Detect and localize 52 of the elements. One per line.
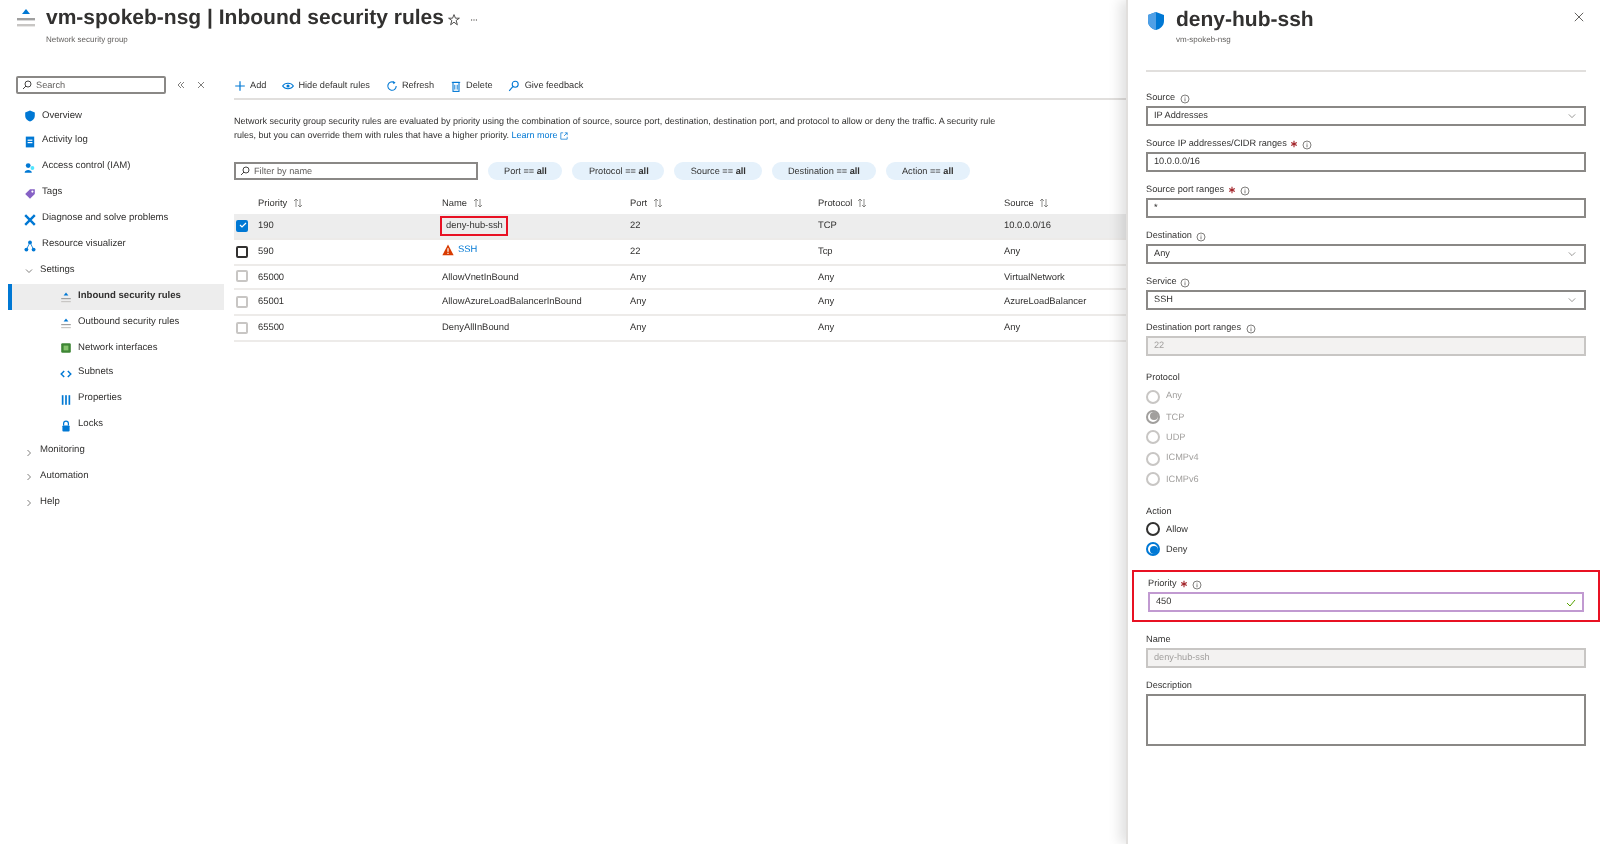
sort-icon bbox=[471, 197, 484, 208]
eye-icon bbox=[282, 79, 295, 91]
star-icon[interactable] bbox=[448, 13, 461, 26]
radio-button[interactable] bbox=[1146, 542, 1160, 557]
chevron-icon bbox=[24, 498, 34, 509]
network-card-icon bbox=[60, 342, 72, 355]
people-icon bbox=[24, 162, 36, 175]
shield-icon bbox=[24, 110, 36, 123]
tag-icon bbox=[24, 188, 36, 201]
shield-icon bbox=[1146, 10, 1166, 32]
chevron-icon bbox=[1566, 250, 1578, 258]
page-title: vm-spokeb-nsg | Inbound security rules bbox=[46, 8, 444, 32]
info-icon[interactable] bbox=[1192, 579, 1203, 590]
info-icon[interactable] bbox=[1180, 277, 1191, 287]
code-icon bbox=[60, 368, 72, 381]
sort-icon bbox=[291, 197, 304, 208]
rules-icon bbox=[60, 291, 72, 304]
check-icon bbox=[1566, 597, 1576, 608]
sort-icon bbox=[1037, 197, 1050, 208]
collapse-icon[interactable] bbox=[176, 80, 186, 90]
log-icon bbox=[24, 136, 36, 149]
info-icon[interactable] bbox=[1179, 93, 1190, 103]
sort-icon bbox=[856, 197, 869, 208]
info-icon[interactable] bbox=[1240, 185, 1251, 195]
text-area[interactable] bbox=[1146, 694, 1586, 747]
refresh-icon bbox=[385, 79, 398, 91]
check-icon bbox=[237, 220, 247, 231]
radio-button[interactable] bbox=[1146, 522, 1160, 537]
plus-icon bbox=[234, 79, 246, 91]
rules-icon bbox=[60, 317, 72, 330]
info-icon[interactable] bbox=[1195, 231, 1206, 241]
chevron-icon bbox=[1566, 112, 1578, 120]
trash-icon bbox=[450, 79, 463, 91]
chevron-icon bbox=[1566, 296, 1578, 304]
external-link-icon bbox=[559, 132, 568, 141]
search-icon bbox=[240, 166, 250, 177]
panel-title: deny-hub-ssh bbox=[1176, 10, 1316, 34]
row-checkbox[interactable] bbox=[236, 245, 248, 258]
nodes-icon bbox=[24, 239, 36, 252]
search-icon bbox=[22, 80, 32, 90]
lock-icon bbox=[60, 420, 72, 433]
info-icon[interactable] bbox=[1302, 139, 1313, 149]
chevron-icon bbox=[24, 447, 34, 458]
chevron-icon bbox=[24, 472, 34, 483]
warning-icon bbox=[442, 243, 454, 256]
sort-icon bbox=[651, 197, 664, 208]
chevron-icon bbox=[24, 266, 34, 277]
rules-icon bbox=[16, 8, 36, 28]
properties-icon bbox=[60, 394, 72, 407]
close-icon[interactable] bbox=[196, 80, 206, 90]
row-checkbox[interactable] bbox=[236, 219, 248, 232]
close-icon[interactable] bbox=[1572, 10, 1586, 24]
